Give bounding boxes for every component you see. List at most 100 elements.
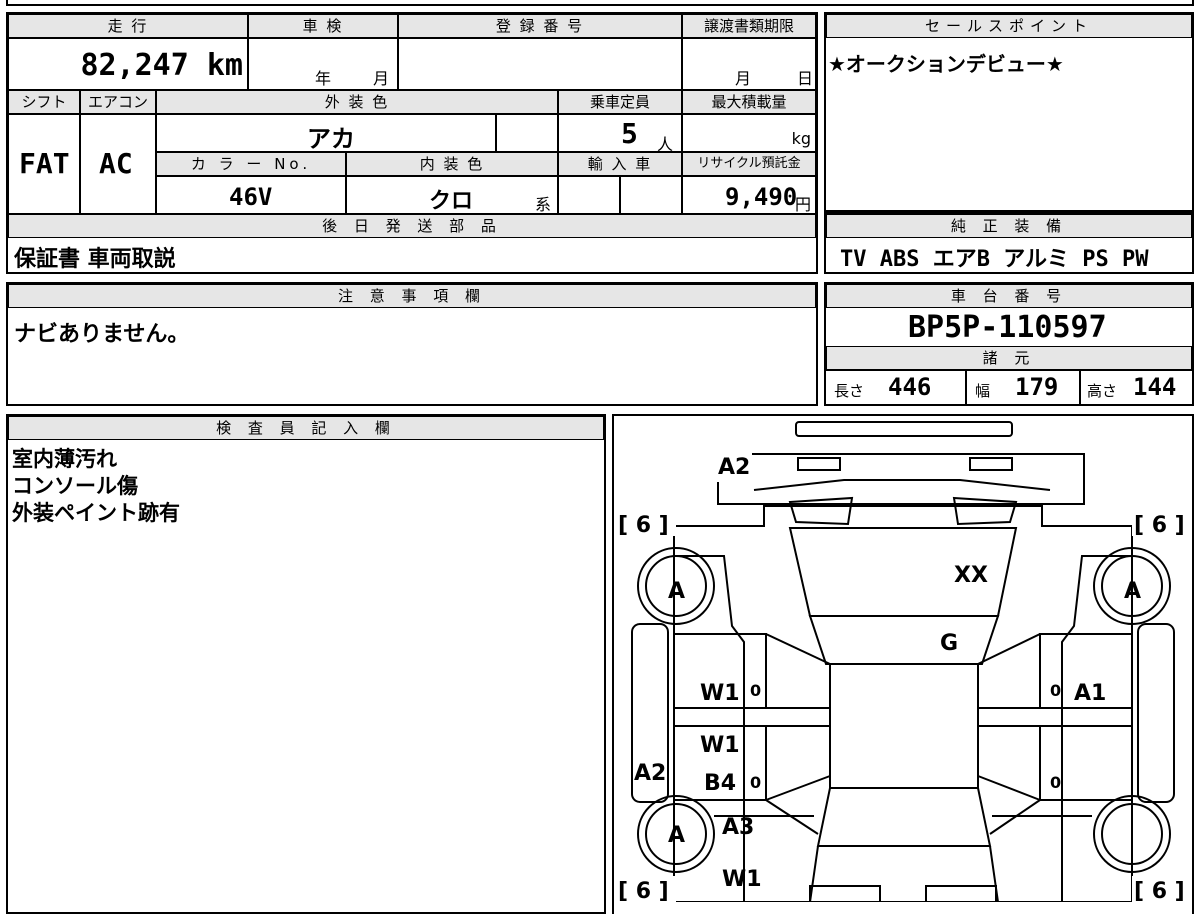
capacity-unit: 人 (657, 135, 674, 152)
color-no-header: カ ラ ー No. (156, 152, 346, 176)
inspector-line-2: コンソール傷 (12, 474, 138, 498)
zero-mark-d: 0 (1050, 773, 1061, 792)
width-value: 179 (1015, 373, 1059, 401)
registration-header: 登 録 番 号 (398, 14, 682, 38)
code-hood: XX (954, 563, 988, 588)
tire-depth-fr: [ 6 ] (1134, 513, 1185, 538)
height-value: 144 (1133, 373, 1177, 401)
later-parts-header: 後 日 発 送 部 品 (8, 214, 816, 238)
exterior-color-extra-cell (496, 114, 558, 152)
code-door-fr: A1 (1074, 681, 1106, 706)
genuine-equipment-value: TV ABS エアB アルミ PS PW (840, 247, 1149, 272)
later-parts-cell: 保証書 車両取説 (8, 238, 816, 272)
max-load-cell: kg (682, 114, 816, 152)
vehicle-info-table: 走 行 車 検 登 録 番 号 譲渡書類期限 82,247 km 年 月 月 日… (6, 12, 818, 274)
recycle-header: リサイクル預託金 (682, 152, 816, 176)
length-cell: 長さ 446 (826, 370, 966, 404)
interior-color-suffix: 系 (535, 195, 552, 214)
max-load-unit: kg (791, 129, 811, 148)
zero-mark-c: 0 (750, 773, 761, 792)
notes-box: 注 意 事 項 欄 ナビありません。 (6, 282, 818, 406)
width-label: 幅 (975, 382, 991, 400)
tire-depth-fl: [ 6 ] (618, 513, 669, 538)
exterior-color-value: アカ (307, 125, 355, 152)
code-rear-left: W1 (722, 867, 762, 892)
inspector-line-3: 外装ペイント跡有 (12, 501, 180, 525)
sales-point-box: セールスポイント ★オークションデビュー★ (824, 12, 1194, 212)
inspection-cell: 年 月 (248, 38, 398, 90)
code-door-fl: W1 (700, 681, 740, 706)
inspection-header: 車 検 (248, 14, 398, 38)
code-tire-fl: A (668, 579, 685, 604)
specs-header: 諸 元 (826, 346, 1192, 370)
chassis-number: BP5P-110597 (908, 310, 1107, 345)
import-header: 輸 入 車 (558, 152, 682, 176)
code-door-rl-1: W1 (700, 733, 740, 758)
inspector-header: 検 査 員 記 入 欄 (8, 416, 604, 440)
ac-header: エアコン (80, 90, 156, 114)
inspection-year-unit: 年 (315, 69, 332, 88)
recycle-cell: 9,490 円 (682, 176, 816, 214)
recycle-unit: 円 (795, 195, 812, 214)
length-label: 長さ (834, 382, 865, 400)
shift-header: シフト (8, 90, 80, 114)
car-diagram: [ 6 ] [ 6 ] [ 6 ] [ 6 ] A2 XX G A A A W1… (616, 421, 1192, 902)
shift-cell: FAT (8, 114, 80, 214)
notes-value: ナビありません。 (14, 322, 190, 347)
import-cell-1 (558, 176, 620, 214)
sill-right-shape (1137, 623, 1175, 803)
car-diagram-box: [ 6 ] [ 6 ] [ 6 ] [ 6 ] A2 XX G A A A W1… (612, 414, 1194, 914)
import-cell-2 (620, 176, 682, 214)
shift-value: FAT (19, 147, 70, 180)
chassis-box: 車 台 番 号 BP5P-110597 諸 元 長さ 446 幅 179 高さ … (824, 282, 1194, 406)
genuine-equipment-box: 純 正 装 備 TV ABS エアB アルミ PS PW (824, 212, 1194, 274)
interior-color-header: 内 装 色 (346, 152, 558, 176)
code-tire-rl: A (668, 823, 685, 848)
interior-color-value: クロ (429, 189, 474, 214)
capacity-cell: 5 人 (558, 114, 682, 152)
sales-point-value: ★オークションデビュー★ (828, 52, 1064, 76)
mileage-cell: 82,247 km (8, 38, 248, 90)
color-no-cell: 46V (156, 176, 346, 214)
inspector-line-1: 室内薄汚れ (12, 447, 117, 471)
exterior-color-header: 外 装 色 (156, 90, 558, 114)
ac-value: AC (99, 147, 133, 180)
code-door-rl-2: B4 (704, 771, 736, 796)
capacity-header: 乗車定員 (558, 90, 682, 114)
sales-point-header: セールスポイント (826, 14, 1192, 38)
exterior-color-cell: アカ (156, 114, 496, 152)
inspection-month-unit: 月 (373, 69, 390, 88)
width-cell: 幅 179 (966, 370, 1080, 404)
code-windshield: G (940, 631, 958, 656)
body-outline (673, 505, 1133, 902)
roof-shape (829, 663, 979, 789)
tire-depth-rr: [ 6 ] (1134, 879, 1185, 902)
code-sill-left: A2 (634, 761, 666, 786)
notes-header: 注 意 事 項 欄 (8, 284, 816, 308)
tire-depth-rl: [ 6 ] (618, 879, 669, 902)
inspector-box: 検 査 員 記 入 欄 室内薄汚れ コンソール傷 外装ペイント跡有 (6, 414, 606, 914)
zero-mark-a: 0 (750, 681, 761, 700)
height-cell: 高さ 144 (1080, 370, 1192, 404)
max-load-header: 最大積載量 (682, 90, 816, 114)
top-fragment-row (6, 0, 1194, 6)
zero-mark-b: 0 (1050, 681, 1061, 700)
transfer-month-unit: 月 (735, 69, 752, 88)
genuine-equipment-header: 純 正 装 備 (826, 214, 1192, 238)
mileage-header: 走 行 (8, 14, 248, 38)
interior-color-cell: クロ 系 (346, 176, 558, 214)
registration-cell (398, 38, 682, 90)
code-tire-fr: A (1124, 579, 1141, 604)
mileage-value: 82,247 km (80, 48, 243, 83)
length-value: 446 (888, 373, 932, 401)
transfer-cell: 月 日 (682, 38, 816, 90)
code-rear-fender-left: A3 (722, 815, 754, 840)
code-front-bumper: A2 (718, 455, 750, 480)
height-label: 高さ (1087, 382, 1118, 400)
color-no-value: 46V (229, 183, 273, 211)
recycle-value: 9,490 (725, 183, 798, 211)
chassis-header: 車 台 番 号 (826, 284, 1192, 308)
transfer-deadline-header: 譲渡書類期限 (682, 14, 816, 38)
windshield-shape (808, 615, 1000, 665)
later-parts-value: 保証書 車両取説 (14, 247, 176, 272)
